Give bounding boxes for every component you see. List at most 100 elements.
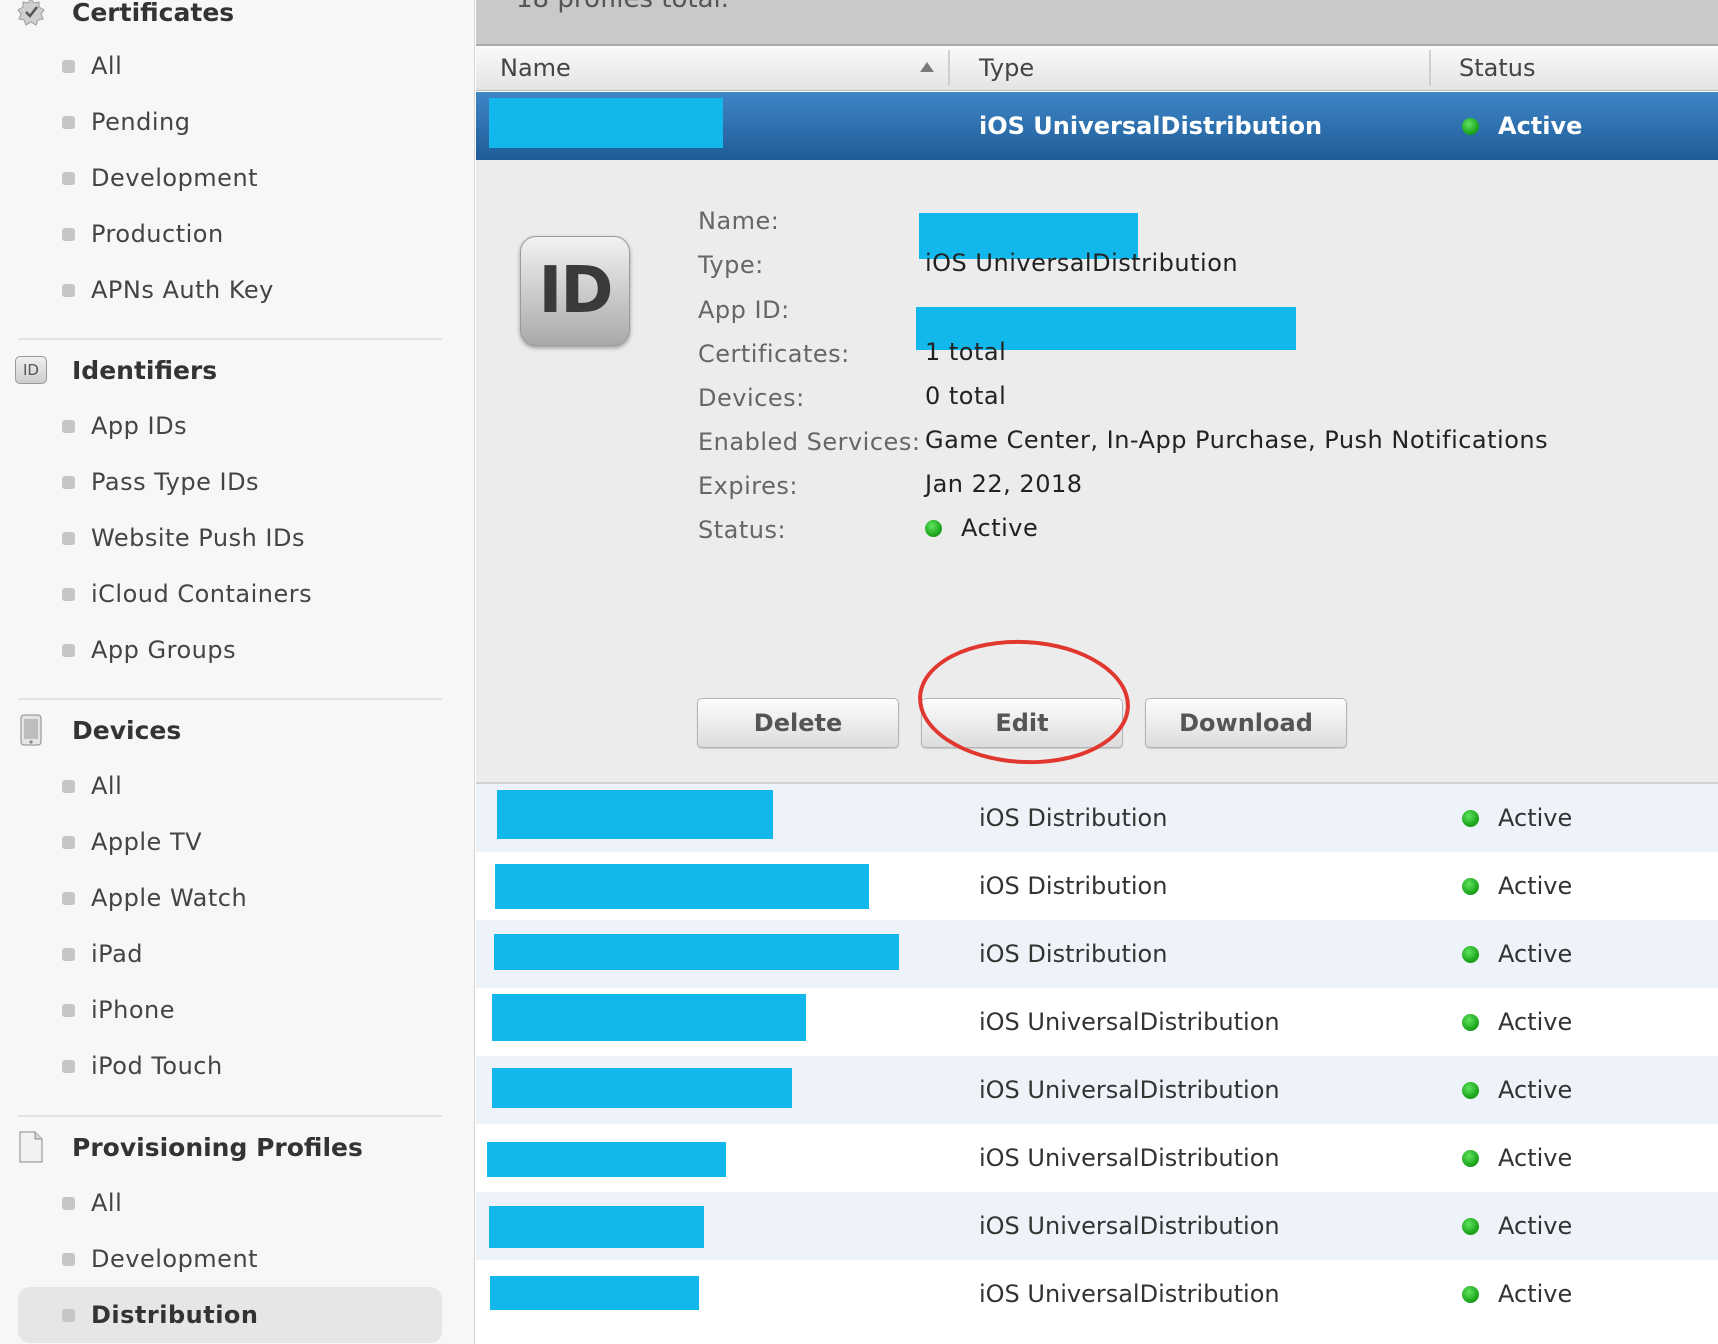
table-row[interactable]: iOS UniversalDistribution Active [476,988,1718,1056]
table-row[interactable]: iOS UniversalDistribution Active [476,1056,1718,1124]
sidebar-item-label: Development [91,164,259,192]
value-enabled-services: Game Center, In-App Purchase, Push Notif… [925,426,1549,454]
delete-button[interactable]: Delete [697,698,899,748]
row-status: Active [1462,784,1572,852]
table-row[interactable]: iOS Distribution Active [476,784,1718,852]
row-type: iOS UniversalDistribution [979,1212,1280,1240]
sidebar-item-pass-type-ids[interactable]: Pass Type IDs [62,462,259,502]
row-type: iOS UniversalDistribution [979,1008,1280,1036]
table-row[interactable]: iOS UniversalDistribution Active [476,1192,1718,1260]
row-status: Active [1462,988,1572,1056]
status-active-icon [1462,1149,1479,1167]
profiles-total-text: 18 profiles total. [516,0,729,14]
certificate-icon [14,0,48,29]
label-enabled-services: Enabled Services: [698,428,921,456]
redacted-name [494,934,899,970]
value-expires: Jan 22, 2018 [925,470,1083,498]
sort-ascending-icon[interactable] [920,62,934,72]
sidebar-item-profiles-development[interactable]: Development [62,1239,258,1279]
status-label: Active [1498,1008,1573,1036]
sidebar-item-pending[interactable]: Pending [62,102,190,142]
row-status: Active [1462,1192,1572,1260]
sidebar-item-profiles-all[interactable]: All [62,1183,122,1223]
row-type: iOS UniversalDistribution [979,1280,1280,1308]
table-row-selected[interactable]: iOS UniversalDistribution Active [476,92,1718,160]
redacted-name [492,1068,792,1108]
sidebar-item-distribution[interactable]: Distribution [18,1287,442,1343]
status-label: Active [961,514,1039,542]
sidebar-item-label: Distribution [91,1301,259,1329]
sidebar-item-label: Apple Watch [91,884,248,912]
bullet-icon [62,531,75,545]
bullet-icon [62,1196,75,1210]
sidebar-item-devices-all[interactable]: All [62,766,122,806]
row-type: iOS Distribution [979,804,1168,832]
row-status: Active [1462,1124,1572,1192]
sidebar-item-development[interactable]: Development [62,158,258,198]
sidebar-item-label: Pending [91,108,191,136]
bullet-icon [62,835,75,849]
device-icon [14,713,48,747]
table-row[interactable]: iOS UniversalDistribution Active [476,1260,1718,1328]
status-label: Active [1498,940,1573,968]
bullet-icon [62,419,75,433]
sidebar-item-app-groups[interactable]: App Groups [62,630,236,670]
sidebar-item-label: Website Push IDs [91,524,305,552]
sidebar-section-title: Certificates [72,0,235,27]
status-label: Active [1498,112,1583,140]
status-active-icon [1462,1081,1479,1099]
status-label: Active [1498,1144,1573,1172]
column-header-name[interactable]: Name [500,46,571,90]
column-divider[interactable] [1429,50,1431,86]
sidebar-item-icloud-containers[interactable]: iCloud Containers [62,574,312,614]
sidebar-item-production[interactable]: Production [62,214,224,254]
column-divider[interactable] [948,50,950,86]
column-header-type[interactable]: Type [979,46,1034,90]
sidebar-item-label: APNs Auth Key [91,276,274,304]
label-certificates: Certificates: [698,340,850,368]
sidebar-item-certificates-all[interactable]: All [62,46,122,86]
redacted-name [490,1276,699,1310]
sidebar-section-certificates[interactable]: Certificates [14,0,234,32]
sidebar-item-label: Apple TV [91,828,203,856]
table-row[interactable]: iOS Distribution Active [476,920,1718,988]
sidebar-item-label: All [91,772,123,800]
label-name: Name: [698,207,780,235]
table-row[interactable]: iOS Distribution Active [476,852,1718,920]
profiles-panel: 18 profiles total. Name Type Status iOS … [476,0,1718,1344]
bullet-icon [62,171,75,185]
sidebar-item-app-ids[interactable]: App IDs [62,406,187,446]
bullet-icon [62,475,75,489]
bullet-icon [62,779,75,793]
sidebar-section-title: Identifiers [72,355,218,385]
value-status: Active [925,510,1038,546]
sidebar-item-website-push-ids[interactable]: Website Push IDs [62,518,305,558]
value-type: iOS UniversalDistribution [925,249,1239,277]
status-active-icon [1462,1013,1479,1031]
status-active-icon [1462,1285,1479,1303]
profile-detail-panel: ID Name: Type: iOS UniversalDistribution… [476,160,1718,784]
column-header-status[interactable]: Status [1459,46,1535,90]
status-label: Active [1498,1212,1573,1240]
sidebar-item-ipad[interactable]: iPad [62,934,143,974]
sidebar-item-apple-tv[interactable]: Apple TV [62,822,202,862]
bullet-icon [62,1003,75,1017]
bullet-icon [62,891,75,905]
sidebar-section-identifiers[interactable]: ID Identifiers [14,350,217,390]
sidebar-item-apns-auth-key[interactable]: APNs Auth Key [62,270,274,310]
bullet-icon [62,283,75,297]
value-certificates: 1 total [925,338,1007,366]
sidebar-item-ipod-touch[interactable]: iPod Touch [62,1046,223,1086]
status-active-icon [1462,877,1479,895]
table-row[interactable]: iOS UniversalDistribution Active [476,1124,1718,1192]
redacted-name [497,790,773,839]
sidebar-section-title: Devices [72,715,182,745]
download-button[interactable]: Download [1145,698,1347,748]
sidebar-item-apple-watch[interactable]: Apple Watch [62,878,247,918]
label-type: Type: [698,251,764,279]
sidebar-section-provisioning-profiles[interactable]: Provisioning Profiles [14,1127,363,1167]
sidebar: Certificates All Pending Development Pro… [0,0,475,1344]
sidebar-section-devices[interactable]: Devices [14,710,181,750]
label-devices: Devices: [698,384,805,412]
sidebar-item-iphone[interactable]: iPhone [62,990,175,1030]
